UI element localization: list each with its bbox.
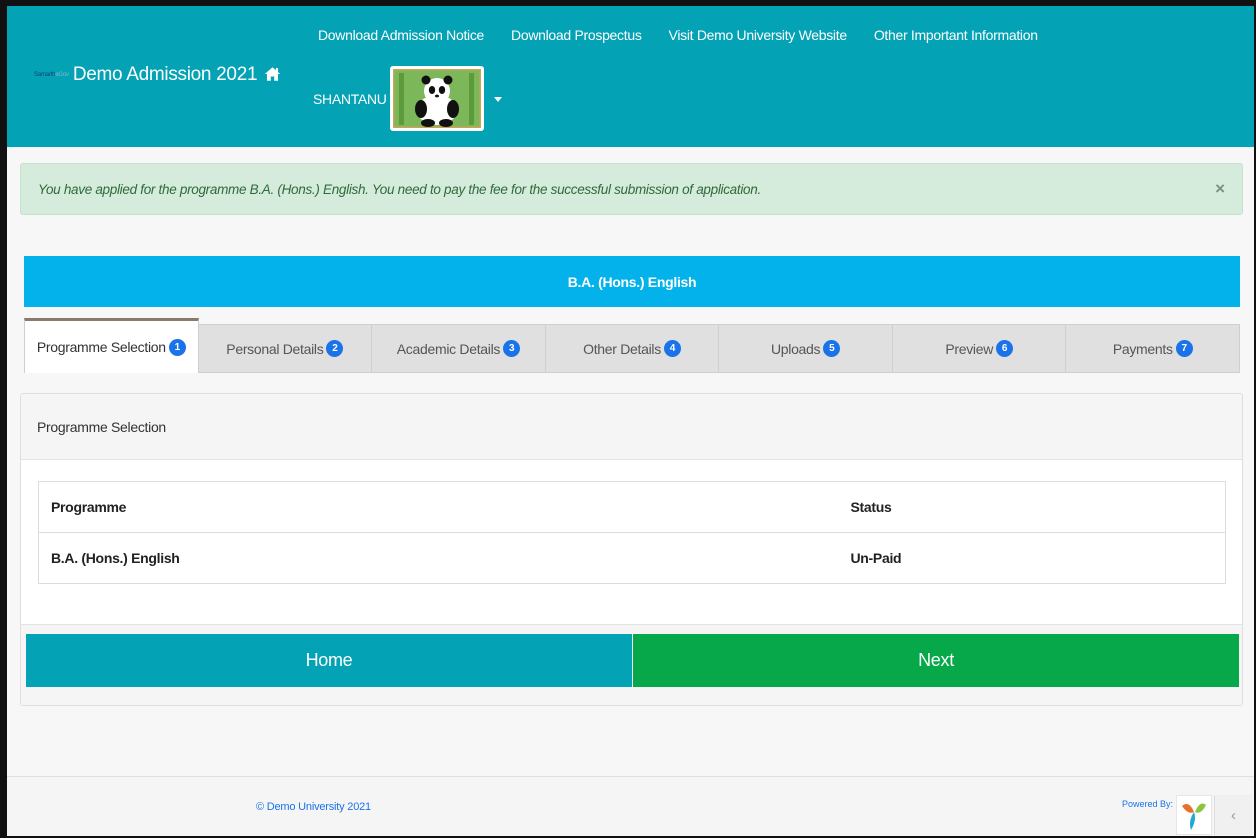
close-icon[interactable]: × [1215,179,1225,199]
page-footer: © Demo University 2021 Powered By: [0,776,1256,838]
chevron-down-icon[interactable] [493,94,503,104]
step-badge: 4 [663,340,681,357]
column-header-programme: Programme [51,499,127,515]
top-header: SamartheGov Demo Admission 2021 Download… [0,0,1256,147]
home-icon[interactable] [264,66,281,82]
next-button[interactable]: Next [633,634,1239,687]
success-alert: You have applied for the programme B.A. … [20,163,1243,215]
avatar-panda-image [391,67,483,130]
yii-logo[interactable] [1176,795,1212,835]
tab-label: Programme Selection [36,339,166,355]
step-badge: 1 [168,338,186,356]
brand[interactable]: SamartheGov Demo Admission 2021 [34,62,281,88]
avatar[interactable] [389,66,484,131]
tab-personal-details[interactable]: Personal Details 2 [198,324,373,373]
tab-label: Academic Details [396,340,501,357]
tab-academic-details[interactable]: Academic Details 3 [372,324,546,373]
top-nav: Download Admission Notice Download Prosp… [318,27,1038,43]
step-badge: 6 [996,340,1014,357]
tab-payments[interactable]: Payments 7 [1066,324,1241,373]
alert-message: You have applied for the programme B.A. … [38,181,761,197]
programme-table: Programme Status B.A. (Hons.) English Un… [38,481,1226,584]
column-header-status: Status [850,499,892,515]
user-name: SHANTANU [313,90,387,107]
brand-logo-text: SamartheGov [34,72,69,78]
panel-footer: Home Next [21,624,1242,705]
powered-by-label: Powered By: [1121,799,1173,809]
programme-banner: B.A. (Hons.) English [24,256,1240,307]
step-badge: 7 [1175,340,1193,357]
tab-label: Personal Details [226,340,324,357]
step-tabs: Programme Selection 1 Personal Details 2… [24,318,1241,373]
nav-other-important-information[interactable]: Other Important Information [874,27,1038,43]
tab-programme-selection[interactable]: Programme Selection 1 [24,318,199,373]
programme-selection-panel: Programme Selection Programme Status B.A… [20,393,1243,706]
tab-preview[interactable]: Preview 6 [892,324,1067,373]
panel-heading: Programme Selection [21,394,1242,460]
collapse-tab[interactable]: ‹ [1214,795,1252,835]
step-badge: 3 [503,340,521,357]
nav-download-admission-notice[interactable]: Download Admission Notice [318,27,484,43]
status-cell: Un-Paid [838,532,1226,584]
table-row: B.A. (Hons.) English Un-Paid [38,532,1226,584]
app-title: Demo Admission 2021 [72,64,258,85]
tab-label: Preview [945,340,994,357]
yii-logo-icon [1182,803,1206,830]
tab-label: Payments [1112,340,1173,357]
copyright-link[interactable]: © Demo University 2021 [256,801,371,813]
home-button[interactable]: Home [26,634,632,687]
nav-download-prospectus[interactable]: Download Prospectus [511,27,642,43]
tab-uploads[interactable]: Uploads 5 [719,324,893,373]
tab-other-details[interactable]: Other Details 4 [545,324,720,373]
step-badge: 2 [326,340,344,357]
step-badge: 5 [823,340,841,357]
programme-cell: B.A. (Hons.) English [38,532,839,584]
user-menu[interactable]: SHANTANU [313,66,503,131]
tab-label: Uploads [770,340,821,357]
nav-visit-university-website[interactable]: Visit Demo University Website [669,27,848,43]
table-header-row: Programme Status [39,482,1226,533]
tab-label: Other Details [583,340,661,357]
